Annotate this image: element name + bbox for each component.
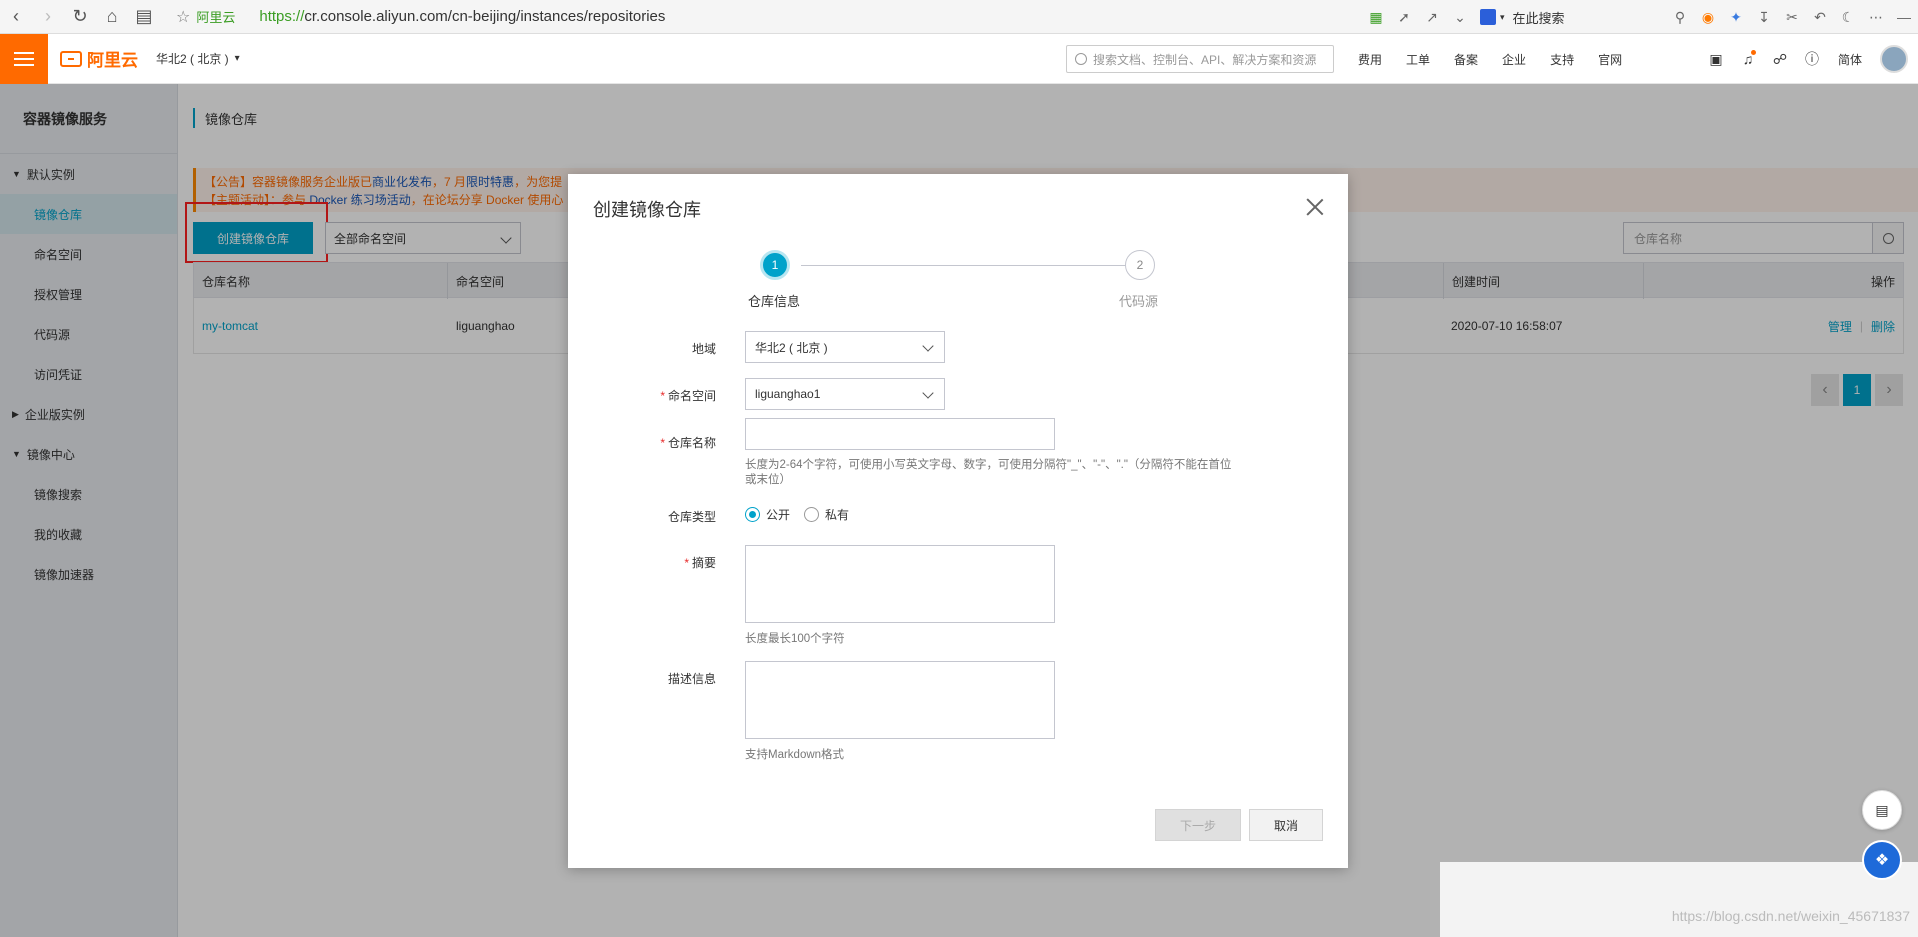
required-marker: *: [684, 556, 689, 570]
repo-type-radio-group: 公开 私有: [745, 506, 863, 523]
header-link-filing[interactable]: 备案: [1454, 51, 1478, 68]
search-icon: [1075, 53, 1087, 65]
header-link-fees[interactable]: 费用: [1358, 51, 1382, 68]
repo-type-public-label: 公开: [766, 508, 791, 522]
lightning-icon[interactable]: ➚: [1390, 3, 1418, 31]
repo-type-field-label: 仓库类型: [667, 510, 716, 524]
console-search-input[interactable]: 搜索文档、控制台、API、解决方案和资源: [1066, 45, 1334, 73]
reading-mode-icon[interactable]: ▦: [1362, 3, 1390, 31]
summary-field-label: * 摘要: [608, 554, 716, 571]
watermark-text: https://blog.csdn.net/weixin_45671837: [1671, 908, 1910, 924]
help-icon[interactable]: ⓘ: [1796, 43, 1828, 75]
repo-type-private-label: 私有: [825, 508, 850, 522]
step-1-label: 仓库信息: [748, 294, 801, 309]
minimize-icon[interactable]: —: [1890, 3, 1918, 31]
browser-search-box[interactable]: ▾ 在此搜索: [1480, 5, 1660, 29]
description-help: 支持Markdown格式: [745, 749, 845, 761]
header-links: 费用 工单 备案 企业 支持 官网: [1346, 34, 1634, 84]
more-icon[interactable]: ⋯: [1862, 3, 1890, 31]
reload-icon[interactable]: ↻: [64, 2, 96, 32]
menu-icon[interactable]: [0, 33, 48, 84]
search-icon[interactable]: ⚲: [1666, 3, 1694, 31]
bookmark-star-icon[interactable]: ☆: [176, 7, 190, 27]
header-link-website[interactable]: 官网: [1598, 51, 1622, 68]
repo-name-input[interactable]: [745, 418, 1055, 450]
namespace-field-label-text: 命名空间: [667, 389, 716, 403]
site-name: 阿里云: [196, 10, 236, 25]
repo-name-help-line2: 或末位）: [745, 474, 791, 486]
cancel-button[interactable]: 取消: [1249, 809, 1323, 841]
description-field-label: 描述信息: [667, 672, 716, 686]
header-link-enterprise[interactable]: 企业: [1502, 51, 1526, 68]
repo-name-field-label-text: 仓库名称: [667, 436, 716, 450]
cart-icon[interactable]: ☍: [1764, 43, 1796, 75]
description-textarea[interactable]: [745, 661, 1055, 739]
step-2-indicator: 2: [1125, 250, 1155, 280]
dialog-title: 创建镜像仓库: [593, 200, 701, 220]
radio-unchecked-icon: [804, 507, 820, 522]
create-repository-dialog: 创建镜像仓库 1 2 仓库信息 代码源 地域 华北2 ( 北京 ) * 命名空间 …: [568, 174, 1348, 868]
chat-icon[interactable]: ▤: [1862, 790, 1902, 830]
search-engine-icon: [1480, 9, 1496, 25]
required-marker: *: [660, 389, 665, 403]
repo-type-public-option[interactable]: 公开: [745, 506, 790, 523]
night-mode-icon[interactable]: ☾: [1834, 3, 1862, 31]
header-link-support[interactable]: 支持: [1550, 51, 1574, 68]
region-select[interactable]: 华北2 ( 北京 ): [745, 331, 945, 363]
cut-icon[interactable]: ✂: [1778, 3, 1806, 31]
step-2-label: 代码源: [1119, 294, 1159, 309]
logo-text: 阿里云: [87, 51, 138, 70]
apps-icon[interactable]: ❖: [1862, 840, 1902, 880]
region-label: 华北2 ( 北京 ): [156, 52, 229, 66]
download-icon[interactable]: ↧: [1750, 3, 1778, 31]
summary-textarea[interactable]: [745, 545, 1055, 623]
share-icon[interactable]: ↗: [1418, 3, 1446, 31]
next-step-button[interactable]: 下一步: [1155, 809, 1241, 841]
required-marker: *: [660, 436, 665, 450]
summary-help: 长度最长100个字符: [745, 633, 845, 645]
logo-mark-icon: [60, 50, 82, 67]
radio-checked-icon: [745, 507, 760, 522]
close-icon[interactable]: [1306, 198, 1324, 216]
console-search-placeholder: 搜索文档、控制台、API、解决方案和资源: [1093, 52, 1317, 67]
repo-name-field-label: * 仓库名称: [608, 434, 716, 451]
repo-name-help-line1: 长度为2-64个字符，可使用小写英文字母、数字，可使用分隔符"_"、"-"、".…: [745, 459, 1232, 471]
back-icon[interactable]: ‹: [0, 2, 32, 32]
step-connector: [801, 265, 1126, 266]
namespace-field-label: * 命名空间: [608, 387, 716, 404]
browser-toolbar: ‹ › ↻ ⌂ ▤ ☆ 阿里云 https://cr.console.aliyu…: [0, 0, 1918, 34]
home-icon[interactable]: ⌂: [96, 2, 128, 32]
chevron-down-icon: [922, 340, 934, 352]
game-icon[interactable]: ◉: [1694, 3, 1722, 31]
step-1-indicator: 1: [760, 250, 790, 280]
header-link-tickets[interactable]: 工单: [1406, 51, 1430, 68]
namespace-select-value: liguanghao1: [755, 387, 821, 401]
chevron-down-icon[interactable]: ⌄: [1446, 3, 1474, 31]
region-select-value: 华北2 ( 北京 ): [755, 340, 828, 355]
terminal-icon[interactable]: ▣: [1700, 43, 1732, 75]
summary-field-label-text: 摘要: [691, 556, 716, 570]
bottom-panel: [1440, 862, 1918, 937]
region-field-label: 地域: [691, 342, 716, 356]
url-path: cr.console.aliyun.com/cn-beijing/instanc…: [304, 8, 666, 25]
bell-icon[interactable]: ♫: [1732, 43, 1764, 75]
url-protocol: https://: [259, 8, 305, 25]
console-header: 阿里云 华北2 ( 北京 ) ▾ 搜索文档、控制台、API、解决方案和资源 费用…: [0, 33, 1918, 84]
repo-type-private-option[interactable]: 私有: [804, 506, 849, 523]
aliyun-logo[interactable]: 阿里云: [60, 46, 138, 71]
namespace-select[interactable]: liguanghao1: [745, 378, 945, 410]
chevron-down-icon: ▾: [1500, 11, 1505, 22]
chevron-down-icon: [922, 387, 934, 399]
language-switch[interactable]: 简体: [1838, 51, 1862, 68]
extension-icon[interactable]: ✦: [1722, 3, 1750, 31]
avatar[interactable]: [1880, 45, 1908, 73]
caret-down-icon: ▾: [234, 53, 240, 64]
reader-icon[interactable]: ▤: [128, 2, 160, 32]
repo-name-help: 长度为2-64个字符，可使用小写英文字母、数字，可使用分隔符"_"、"-"、".…: [745, 458, 1265, 488]
forward-icon[interactable]: ›: [32, 2, 64, 32]
region-selector[interactable]: 华北2 ( 北京 ) ▾: [156, 50, 240, 67]
browser-search-label: 在此搜索: [1512, 10, 1565, 26]
undo-icon[interactable]: ↶: [1806, 3, 1834, 31]
address-bar[interactable]: https://cr.console.aliyun.com/cn-beijing…: [259, 8, 665, 25]
